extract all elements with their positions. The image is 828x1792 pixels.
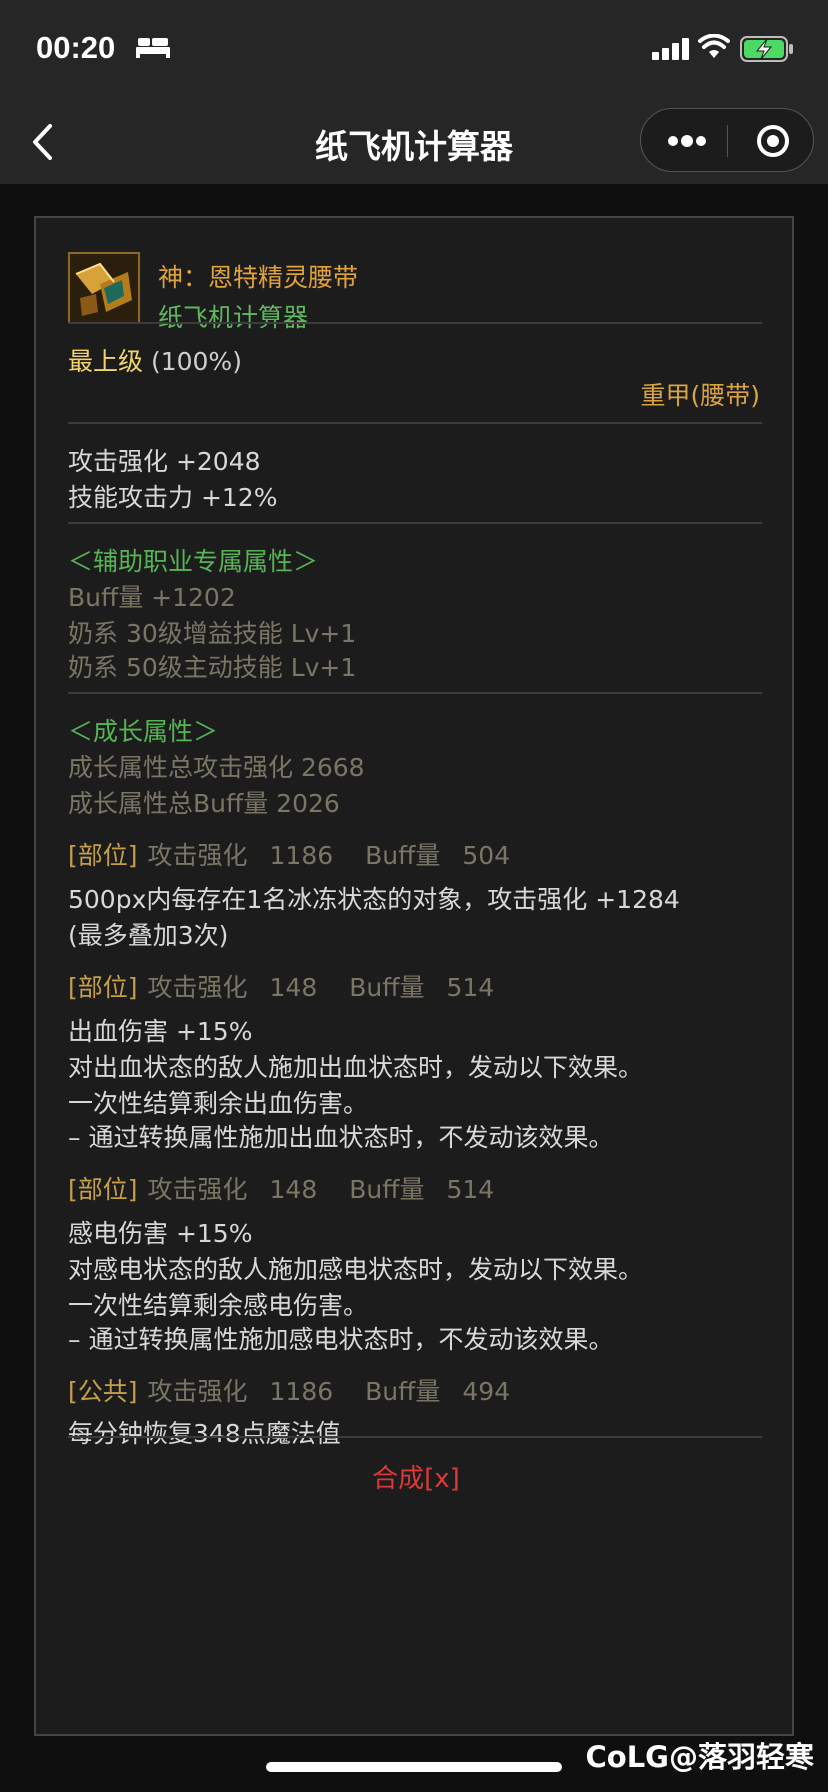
growth-header: ＜成长属性＞ — [68, 717, 219, 746]
synthesize-button[interactable]: 合成[x] — [36, 1458, 796, 1495]
grade-percent: (100%) — [143, 347, 242, 376]
divider — [68, 1436, 762, 1438]
part-buff-value: 494 — [462, 1377, 511, 1406]
grade-label: 最上级 — [68, 347, 144, 376]
part-buff-label: Buff量 — [349, 973, 425, 1002]
support-line: 奶系 30级增益技能 Lv+1 — [68, 619, 357, 648]
growth-total-attack: 成长属性总攻击强化 2668 — [68, 753, 365, 782]
part-desc-line: 出血伤害 +15% — [68, 1017, 253, 1046]
capsule-divider — [727, 125, 728, 157]
nav-bar: 纸飞机计算器 — [0, 98, 828, 184]
watermark: CoLG@落羽轻寒 — [585, 1740, 815, 1774]
part-atk-label: 攻击强化 — [147, 1377, 248, 1406]
part-atk-label: 攻击强化 — [147, 973, 248, 1002]
part-atk-value: 148 — [269, 973, 318, 1002]
more-icon[interactable] — [667, 131, 707, 155]
home-indicator[interactable] — [266, 1762, 562, 1772]
part-atk-value: 148 — [269, 1175, 318, 1204]
common-tag: [公共] — [68, 1377, 138, 1406]
part-desc-line: – 通过转换属性施加感电状态时，不发动该效果。 — [68, 1325, 614, 1354]
part-desc-line: 感电伤害 +15% — [68, 1219, 253, 1248]
part-buff-label: Buff量 — [365, 841, 441, 870]
part-desc-line: – 通过转换属性施加出血状态时，不发动该效果。 — [68, 1123, 614, 1152]
part-atk-value: 1186 — [269, 1377, 334, 1406]
part-buff-value: 514 — [446, 1175, 495, 1204]
part-buff-value: 514 — [446, 973, 495, 1002]
divider — [68, 322, 762, 324]
part-tag: [部位] — [68, 841, 138, 870]
part-atk-label: 攻击强化 — [147, 1175, 248, 1204]
belt-item-icon — [68, 252, 140, 324]
part-buff-label: Buff量 — [365, 1377, 441, 1406]
mini-program-capsule — [640, 108, 814, 172]
support-header: ＜辅助职业专属属性＞ — [68, 547, 319, 576]
item-type: 重甲(腰带) — [640, 381, 760, 410]
support-line: Buff量 +1202 — [68, 583, 236, 612]
signal-icon — [652, 38, 690, 64]
part-buff-value: 504 — [462, 841, 511, 870]
part-desc-line: 一次性结算剩余感电伤害。 — [68, 1291, 369, 1320]
status-bar: 00:20 — [0, 0, 828, 98]
part-stat-row: [部位] 攻击强化 148 Buff量 514 — [68, 968, 494, 1004]
part-tag: [部位] — [68, 1175, 138, 1204]
part-desc-line: (最多叠加3次) — [68, 921, 229, 950]
part-desc-line: 对感电状态的敌人施加感电状态时，发动以下效果。 — [68, 1255, 644, 1284]
divider — [68, 522, 762, 524]
part-buff-label: Buff量 — [349, 1175, 425, 1204]
support-line: 奶系 50级主动技能 Lv+1 — [68, 653, 357, 682]
stat-attack: 攻击强化 +2048 — [68, 447, 261, 476]
battery-charging-icon — [740, 36, 794, 66]
common-stat-row: [公共] 攻击强化 1186 Buff量 494 — [68, 1372, 510, 1408]
item-name: 神：恩特精灵腰带 — [158, 263, 359, 292]
part-desc-line: 一次性结算剩余出血伤害。 — [68, 1089, 369, 1118]
part-atk-label: 攻击强化 — [147, 841, 248, 870]
item-tooltip-card: 神：恩特精灵腰带 纸飞机计算器 最上级 (100%) 重甲(腰带) 攻击强化 +… — [34, 216, 794, 1736]
common-desc-line: 每分钟恢复348点魔法值 — [68, 1419, 341, 1448]
bed-icon — [136, 36, 170, 62]
part-stat-row: [部位] 攻击强化 1186 Buff量 504 — [68, 836, 510, 872]
part-stat-row: [部位] 攻击强化 148 Buff量 514 — [68, 1170, 494, 1206]
divider — [68, 692, 762, 694]
growth-total-buff: 成长属性总Buff量 2026 — [68, 789, 340, 818]
status-time: 00:20 — [36, 30, 116, 65]
part-atk-value: 1186 — [269, 841, 334, 870]
divider — [68, 422, 762, 424]
stat-skill-attack: 技能攻击力 +12% — [68, 483, 278, 512]
part-desc-line: 500px内每存在1名冰冻状态的对象，攻击强化 +1284 — [68, 885, 680, 914]
grade-line: 最上级 (100%) — [68, 342, 242, 378]
target-icon[interactable] — [755, 123, 791, 163]
wifi-icon — [698, 33, 730, 64]
part-tag: [部位] — [68, 973, 138, 1002]
part-desc-line: 对出血状态的敌人施加出血状态时，发动以下效果。 — [68, 1053, 644, 1082]
item-source: 纸飞机计算器 — [158, 303, 309, 332]
